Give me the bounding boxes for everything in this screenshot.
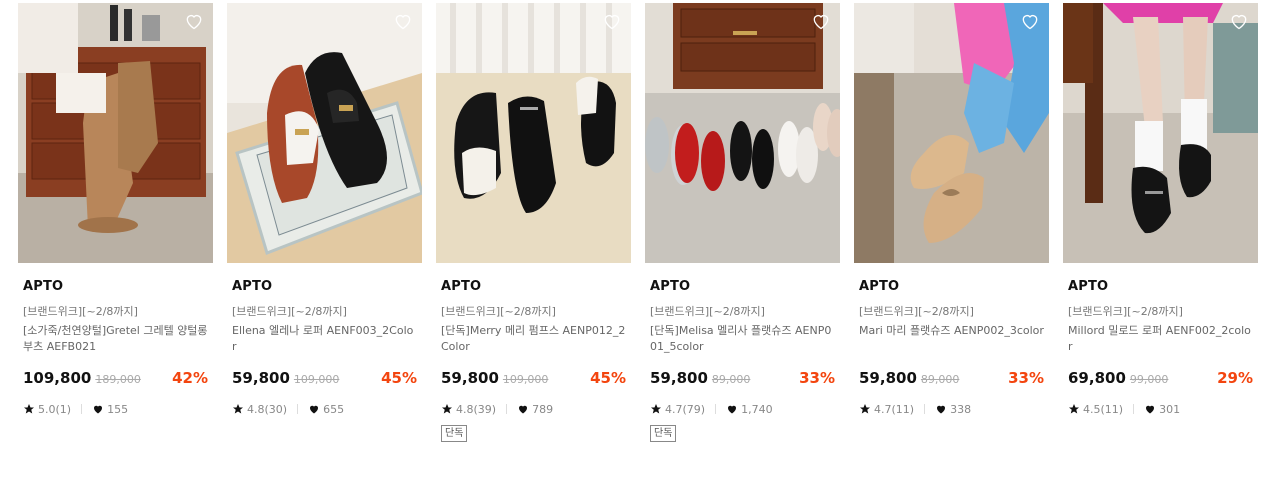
sale-price: 59,800	[232, 369, 290, 387]
rating: 4.7(11)	[874, 402, 915, 416]
brand-name[interactable]: APTO	[232, 279, 417, 296]
rating: 4.7(79)	[665, 402, 706, 416]
star-icon	[441, 403, 453, 415]
divider	[924, 404, 926, 414]
like-count: 338	[950, 402, 972, 416]
wishlist-heart-icon[interactable]	[393, 11, 413, 31]
heart-icon	[1144, 403, 1156, 415]
star-icon	[232, 403, 244, 415]
star-icon	[23, 403, 35, 415]
brand-name[interactable]: APTO	[441, 279, 626, 296]
product-image[interactable]	[645, 3, 840, 263]
sale-price: 59,800	[650, 369, 708, 387]
product-card[interactable]: APTO [브랜드위크][~2/8까지] [단독]Merry 메리 펌프스 AE…	[436, 3, 631, 442]
product-card[interactable]: APTO [브랜드위크][~2/8까지] [소가죽/천연양털]Gretel 그레…	[18, 3, 213, 442]
product-name[interactable]: [소가죽/천연양털]Gretel 그레텔 양털롱부츠 AEFB021	[23, 323, 208, 355]
product-name[interactable]: [단독]Merry 메리 펌프스 AENP012_2Color	[441, 323, 626, 355]
discount-rate: 42%	[172, 369, 208, 387]
product-name[interactable]: Ellena 엘레나 로퍼 AENF003_2Color	[232, 323, 417, 355]
brand-name[interactable]: APTO	[1068, 279, 1253, 296]
like-count: 155	[107, 402, 129, 416]
product-name[interactable]: [단독]Melisa 멜리사 플랫슈즈 AENP001_5color	[650, 323, 835, 355]
sale-price: 109,800	[23, 369, 92, 387]
heart-icon	[92, 403, 104, 415]
sale-price: 59,800	[441, 369, 499, 387]
heart-icon	[517, 403, 529, 415]
rating: 5.0(1)	[38, 402, 72, 416]
product-card[interactable]: APTO [브랜드위크][~2/8까지] Mari 마리 플랫슈즈 AENP00…	[854, 3, 1049, 442]
promo-label: [브랜드위크][~2/8까지]	[441, 305, 556, 318]
rating: 4.5(11)	[1083, 402, 1124, 416]
product-grid: APTO [브랜드위크][~2/8까지] [소가죽/천연양털]Gretel 그레…	[18, 3, 1258, 442]
star-icon	[650, 403, 662, 415]
wishlist-heart-icon[interactable]	[1020, 11, 1040, 31]
product-card[interactable]: APTO [브랜드위크][~2/8까지] [단독]Melisa 멜리사 플랫슈즈…	[645, 3, 840, 442]
product-image[interactable]	[854, 3, 1049, 263]
divider	[1133, 404, 1135, 414]
divider	[715, 404, 717, 414]
divider	[297, 404, 299, 414]
rating: 4.8(39)	[456, 402, 497, 416]
discount-rate: 33%	[1008, 369, 1044, 387]
product-image[interactable]	[227, 3, 422, 263]
product-name[interactable]: Mari 마리 플랫슈즈 AENP002_3color	[859, 323, 1044, 355]
discount-rate: 33%	[799, 369, 835, 387]
product-card[interactable]: APTO [브랜드위크][~2/8까지] Millord 밀로드 로퍼 AENF…	[1063, 3, 1258, 442]
promo-label: [브랜드위크][~2/8까지]	[1068, 305, 1183, 318]
product-image[interactable]	[1063, 3, 1258, 263]
discount-rate: 45%	[590, 369, 626, 387]
brand-name[interactable]: APTO	[23, 279, 208, 296]
heart-icon	[308, 403, 320, 415]
wishlist-heart-icon[interactable]	[184, 11, 204, 31]
brand-name[interactable]: APTO	[859, 279, 1044, 296]
original-price: 109,000	[293, 373, 340, 386]
wishlist-heart-icon[interactable]	[602, 11, 622, 31]
original-price: 109,000	[502, 373, 549, 386]
product-card[interactable]: APTO [브랜드위크][~2/8까지] Ellena 엘레나 로퍼 AENF0…	[227, 3, 422, 442]
original-price: 99,000	[1129, 373, 1169, 386]
wishlist-heart-icon[interactable]	[1229, 11, 1249, 31]
promo-label: [브랜드위크][~2/8까지]	[232, 305, 347, 318]
product-name[interactable]: Millord 밀로드 로퍼 AENF002_2color	[1068, 323, 1253, 355]
like-count: 1,740	[741, 402, 773, 416]
star-icon	[859, 403, 871, 415]
discount-rate: 45%	[381, 369, 417, 387]
sale-price: 69,800	[1068, 369, 1126, 387]
product-image[interactable]	[436, 3, 631, 263]
product-image[interactable]	[18, 3, 213, 263]
promo-label: [브랜드위크][~2/8까지]	[650, 305, 765, 318]
heart-icon	[935, 403, 947, 415]
like-count: 301	[1159, 402, 1181, 416]
heart-icon	[726, 403, 738, 415]
promo-label: [브랜드위크][~2/8까지]	[23, 305, 138, 318]
divider	[81, 404, 83, 414]
like-count: 789	[532, 402, 554, 416]
brand-name[interactable]: APTO	[650, 279, 835, 296]
discount-rate: 29%	[1217, 369, 1253, 387]
exclusive-badge: 단독	[650, 425, 677, 442]
like-count: 655	[323, 402, 345, 416]
wishlist-heart-icon[interactable]	[811, 11, 831, 31]
original-price: 89,000	[711, 373, 751, 386]
sale-price: 59,800	[859, 369, 917, 387]
promo-label: [브랜드위크][~2/8까지]	[859, 305, 974, 318]
exclusive-badge: 단독	[441, 425, 468, 442]
original-price: 89,000	[920, 373, 960, 386]
star-icon	[1068, 403, 1080, 415]
original-price: 189,000	[95, 373, 141, 386]
rating: 4.8(30)	[247, 402, 288, 416]
divider	[506, 404, 508, 414]
